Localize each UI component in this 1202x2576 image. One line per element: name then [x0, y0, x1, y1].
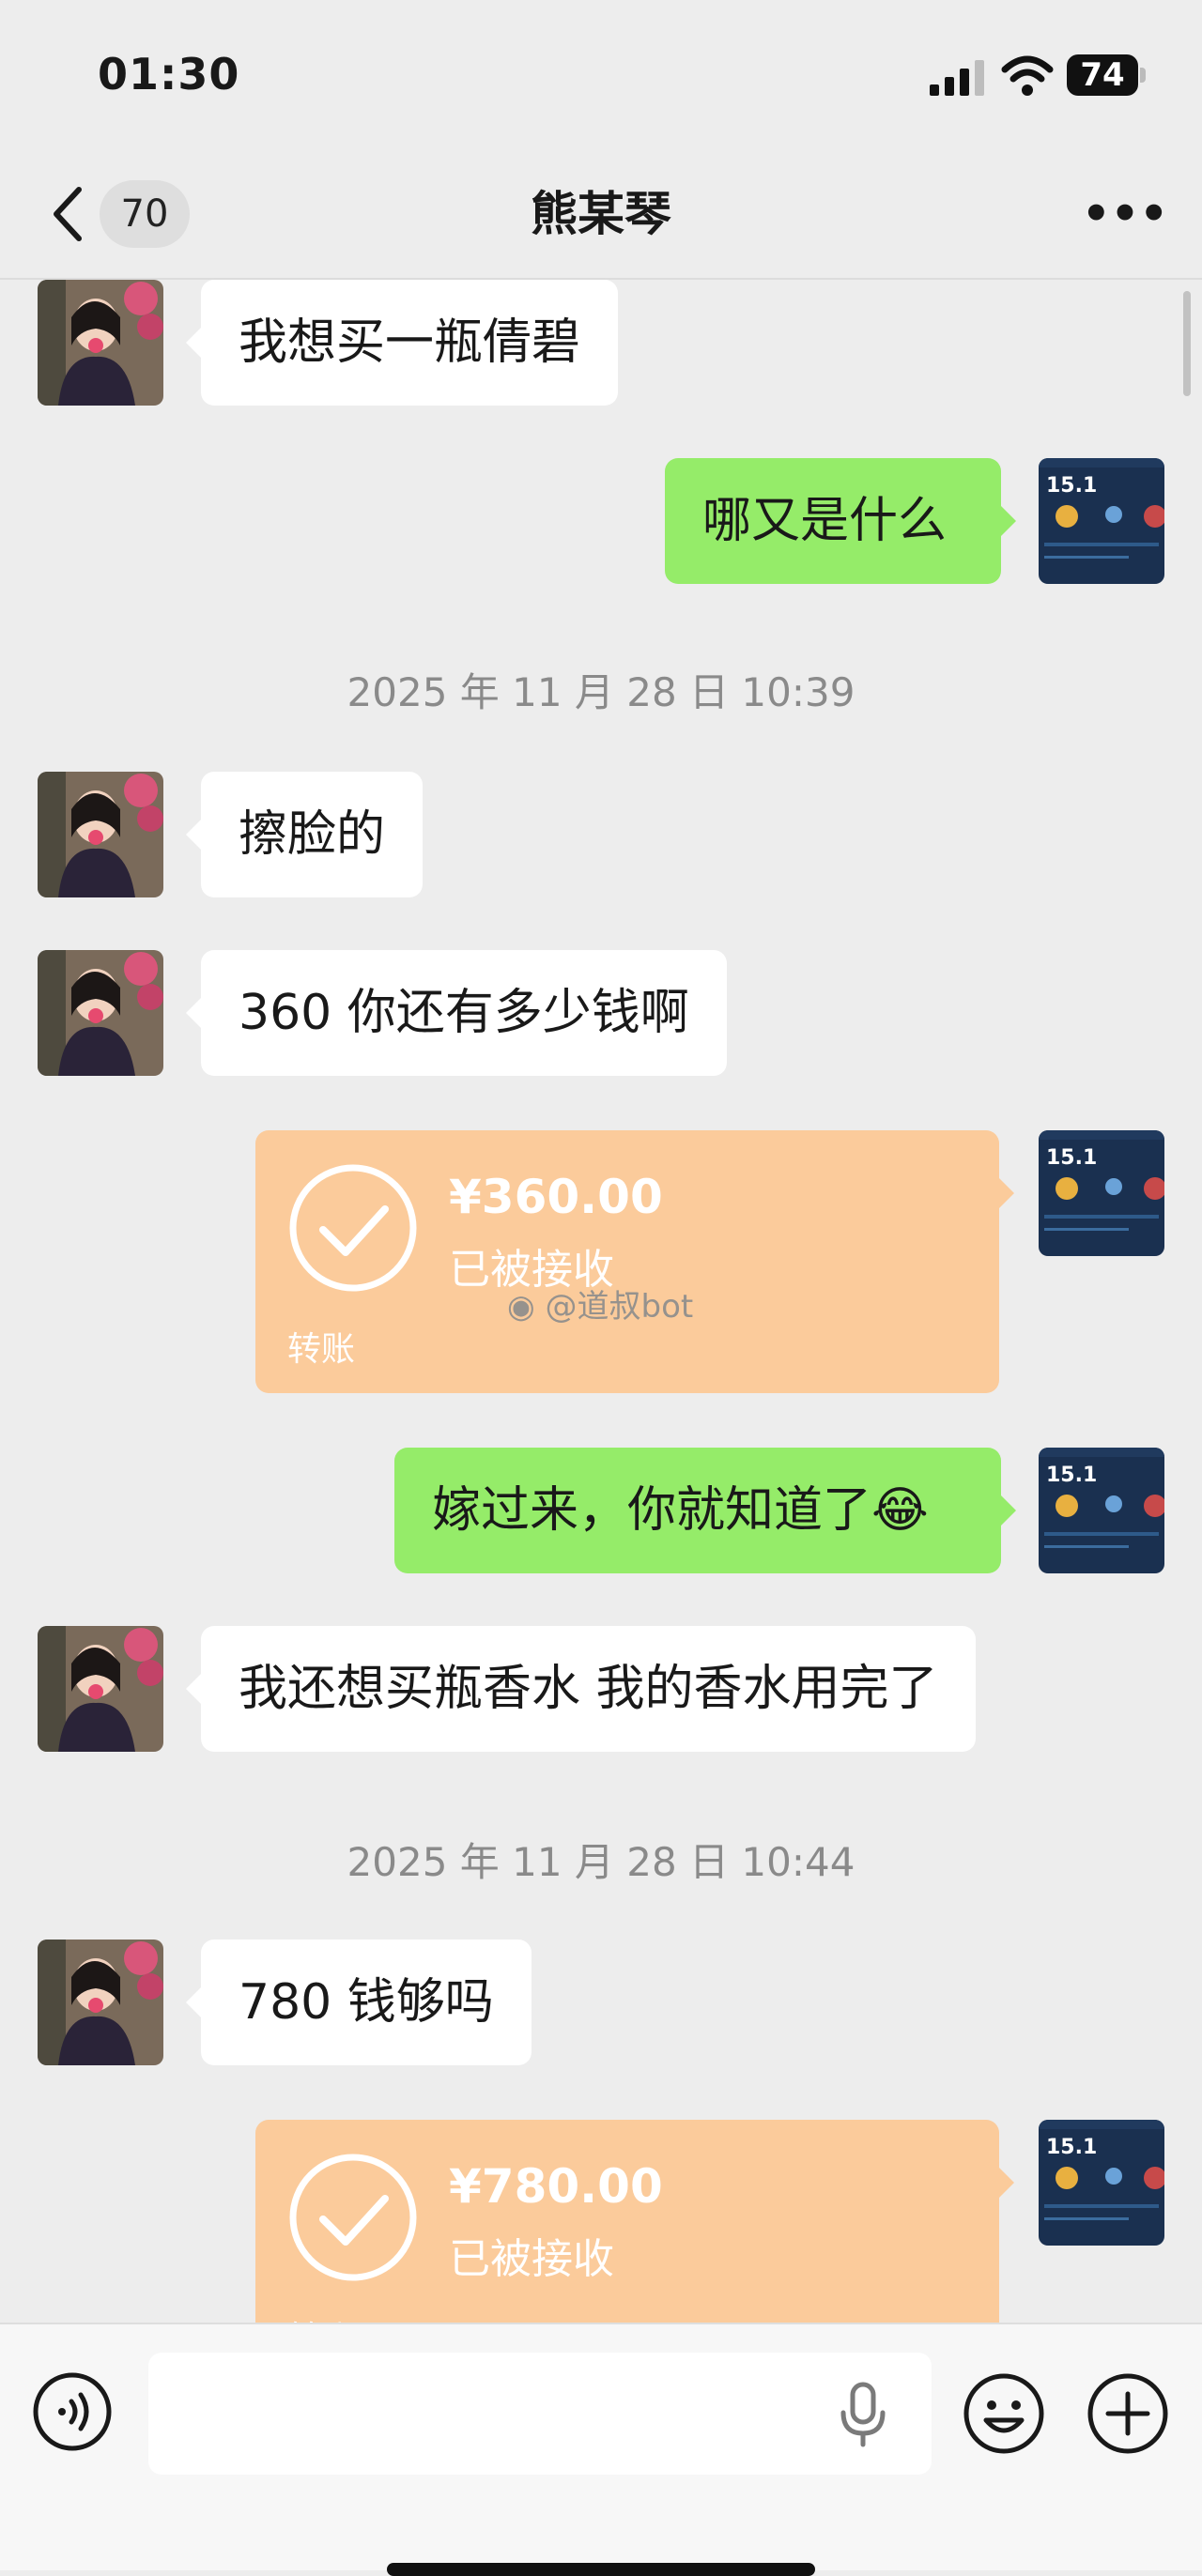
- input-bar: [0, 2323, 1202, 2576]
- bubble-tail: [186, 820, 201, 850]
- bubble-tail: [999, 1178, 1014, 1208]
- bubble-tail: [186, 1987, 201, 2017]
- incoming-message[interactable]: 我想买一瓶倩碧: [201, 280, 619, 406]
- microphone-icon[interactable]: [834, 2381, 892, 2448]
- incoming-message[interactable]: 我还想买瓶香水 我的香水用完了: [201, 1626, 976, 1752]
- bubble-tail: [1001, 1495, 1016, 1526]
- home-indicator[interactable]: [387, 2563, 815, 2576]
- self-avatar[interactable]: 15.1: [1039, 2120, 1164, 2246]
- contact-avatar[interactable]: [38, 1940, 163, 2065]
- unread-count-badge[interactable]: 70: [100, 180, 190, 248]
- contact-avatar[interactable]: [38, 280, 163, 406]
- timestamp: 2025 年 11 月 28 日 10:39: [347, 669, 855, 715]
- watermark-text: @道叔bot: [545, 1288, 694, 1326]
- plus-icon[interactable]: [1086, 2371, 1170, 2456]
- self-avatar[interactable]: 15.1: [1039, 1130, 1164, 1256]
- transfer-amount: ¥780.00: [449, 2159, 663, 2214]
- battery-indicator: 74: [1067, 54, 1146, 98]
- weibo-logo-icon: ◉: [507, 1288, 535, 1326]
- outgoing-message[interactable]: 嫁过来，你就知道了😂: [394, 1448, 1001, 1573]
- svg-text:15.1: 15.1: [1046, 474, 1097, 498]
- bubble-tail: [1001, 506, 1016, 536]
- outgoing-message[interactable]: 哪又是什么: [665, 458, 1001, 584]
- status-time: 01:30: [98, 49, 240, 100]
- transfer-card[interactable]: ¥360.00 已被接收 转账: [255, 1130, 999, 1393]
- bubble-tail: [186, 998, 201, 1028]
- wifi-icon: [1001, 55, 1054, 96]
- status-bar: 01:30 74: [0, 0, 1202, 150]
- emoji-icon[interactable]: [962, 2371, 1046, 2456]
- battery-level: 74: [1080, 56, 1125, 94]
- voice-mode-icon[interactable]: [32, 2371, 113, 2452]
- contact-avatar[interactable]: [38, 1626, 163, 1752]
- timestamp: 2025 年 11 月 28 日 10:44: [347, 1839, 855, 1885]
- transfer-label: 转账: [287, 2311, 355, 2323]
- chat-header: 熊某琴 70 •••: [0, 150, 1202, 280]
- battery-tip: [1140, 68, 1146, 83]
- bubble-tail: [186, 1674, 201, 1704]
- back-chevron-icon[interactable]: [47, 182, 88, 246]
- scroll-indicator[interactable]: [1183, 291, 1191, 396]
- more-options-icon[interactable]: •••: [1082, 192, 1168, 237]
- self-avatar[interactable]: 15.1: [1039, 1448, 1164, 1573]
- transfer-label: 转账: [287, 1330, 356, 1369]
- message-input[interactable]: [148, 2353, 932, 2475]
- check-circle-icon: [289, 1164, 417, 1292]
- incoming-message[interactable]: 780 钱够吗: [201, 1940, 532, 2065]
- svg-text:15.1: 15.1: [1046, 1464, 1097, 1487]
- bubble-tail: [999, 2168, 1014, 2198]
- transfer-card[interactable]: ¥780.00 已被接收 转账: [255, 2120, 999, 2323]
- cellular-signal-icon: [930, 60, 984, 96]
- check-circle-icon: [289, 2154, 417, 2281]
- bubble-tail: [186, 328, 201, 358]
- incoming-message[interactable]: 360 你还有多少钱啊: [201, 950, 727, 1076]
- contact-avatar[interactable]: [38, 950, 163, 1076]
- svg-text:15.1: 15.1: [1046, 1146, 1097, 1170]
- transfer-status: 已被接收: [449, 2235, 614, 2283]
- svg-text:15.1: 15.1: [1046, 2136, 1097, 2159]
- incoming-message[interactable]: 擦脸的: [201, 772, 424, 897]
- self-avatar[interactable]: 15.1: [1039, 458, 1164, 584]
- watermark: ◉ @道叔bot: [507, 1280, 693, 1326]
- transfer-amount: ¥360.00: [449, 1170, 663, 1224]
- contact-avatar[interactable]: [38, 772, 163, 897]
